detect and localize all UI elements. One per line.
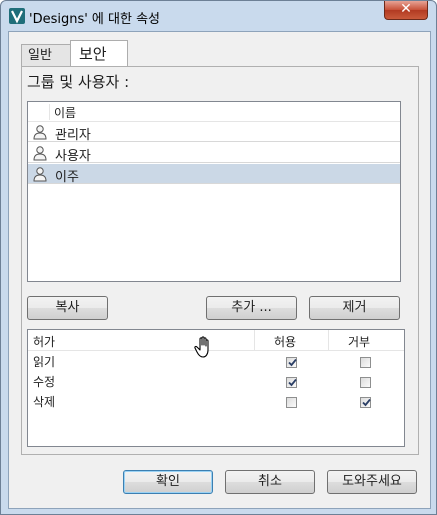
copy-button[interactable]: 복사 [27, 296, 108, 320]
permissions-table: 허가 허용 거부 읽기 수정 삭제 [27, 329, 405, 447]
permission-row-delete: 삭제 [28, 392, 404, 412]
deny-delete-checkbox[interactable] [360, 397, 371, 408]
user-icon [33, 125, 47, 140]
dialog-client: 일반 보안 그룹 및 사용자 : 이름 관리자 사용자 이주 복사 추가 ...… [8, 31, 431, 509]
permission-row-read: 읽기 [28, 352, 404, 372]
hand-cursor-icon [194, 336, 209, 358]
list-item-selected[interactable]: 이주 [28, 164, 400, 185]
help-button[interactable]: 도와주세요 [327, 470, 417, 494]
allow-read-checkbox[interactable] [286, 357, 297, 368]
permission-name: 수정 [33, 375, 56, 389]
add-button[interactable]: 추가 ... [206, 296, 297, 320]
column-divider [254, 330, 255, 350]
copy-button-label: 복사 [55, 300, 80, 315]
column-divider [328, 330, 329, 350]
user-icon [33, 167, 47, 182]
allow-modify-checkbox[interactable] [286, 377, 297, 388]
ok-button-label: 확인 [156, 474, 180, 489]
allow-column-header: 허용 [274, 335, 297, 349]
ok-button[interactable]: 확인 [123, 470, 213, 494]
deny-modify-checkbox[interactable] [360, 377, 371, 388]
deny-column-header: 거부 [348, 335, 371, 349]
tab-security-label: 보안 [79, 45, 107, 63]
tab-security[interactable]: 보안 [70, 40, 128, 67]
help-button-label: 도와주세요 [342, 474, 402, 489]
list-item[interactable]: 관리자 [28, 122, 400, 143]
deny-read-checkbox[interactable] [360, 357, 371, 368]
permission-name: 읽기 [33, 355, 56, 369]
list-item[interactable]: 사용자 [28, 143, 400, 164]
window-title: 'Designs' 에 대한 속성 [29, 12, 161, 27]
permission-column-header: 허가 [33, 335, 56, 349]
groups-label: 그룹 및 사용자 : [27, 73, 130, 91]
app-icon [9, 8, 25, 24]
permission-row-modify: 수정 [28, 372, 404, 392]
tab-general[interactable]: 일반 [21, 44, 71, 66]
properties-dialog: 'Designs' 에 대한 속성 ✕ 일반 보안 그룹 및 사용자 : 이름 [0, 0, 437, 515]
title-bar[interactable]: 'Designs' 에 대한 속성 ✕ [1, 1, 436, 31]
close-icon: ✕ [400, 1, 412, 17]
cancel-button-label: 취소 [258, 474, 282, 489]
user-name: 이주 [55, 170, 79, 185]
tab-general-label: 일반 [28, 48, 52, 63]
header-divider [49, 104, 50, 120]
allow-delete-checkbox[interactable] [286, 397, 297, 408]
user-icon [33, 146, 47, 161]
permission-name: 삭제 [33, 395, 56, 409]
security-panel: 그룹 및 사용자 : 이름 관리자 사용자 이주 복사 추가 ... 제거 허가… [21, 66, 419, 455]
name-column-header: 이름 [54, 106, 77, 120]
user-name: 사용자 [55, 149, 91, 164]
permissions-header: 허가 허용 거부 [28, 330, 404, 351]
add-button-label: 추가 ... [231, 300, 272, 315]
remove-button-label: 제거 [342, 300, 367, 315]
user-list[interactable]: 이름 관리자 사용자 이주 [27, 101, 401, 282]
user-name: 관리자 [55, 128, 91, 143]
cancel-button[interactable]: 취소 [225, 470, 315, 494]
close-button[interactable]: ✕ [384, 1, 428, 20]
list-header[interactable]: 이름 [28, 102, 400, 122]
remove-button[interactable]: 제거 [309, 296, 400, 320]
